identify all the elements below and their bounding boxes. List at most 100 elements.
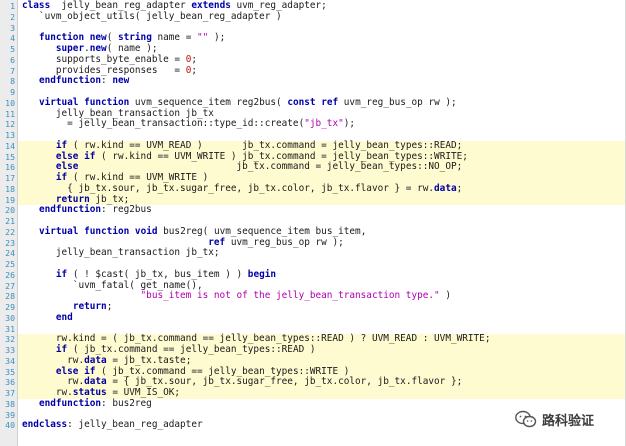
line-number: 22 [5, 226, 15, 237]
code-keyword: return [72, 301, 107, 312]
code-text: endclass: jelly_bean_reg_adapter [22, 419, 203, 431]
code-keyword: status [72, 387, 107, 398]
code-line: 38 endfunction: bus2reg [0, 397, 625, 410]
code-text: `uvm_object_utils( jelly_bean_reg_adapte… [22, 10, 282, 23]
code-keyword: ref [321, 96, 339, 108]
code-line: 20 endfunction: reg2bus [0, 204, 625, 216]
code-keyword: else [55, 150, 79, 162]
code-keyword: else [55, 365, 79, 377]
code-keyword: endfunction [38, 204, 102, 216]
code-token: name = [151, 32, 198, 44]
code-token: uvm_reg_bus_op rw ); [225, 236, 344, 248]
line-number: 11 [5, 108, 15, 119]
code-token: { jb_tx.sour, jb_tx.sugar_free, jb_tx.co… [22, 182, 435, 194]
line-number: 7 [10, 65, 15, 76]
code-keyword: new [89, 32, 107, 44]
code-keyword: if [55, 344, 68, 355]
code-token: jb_tx.command = jelly_bean_types::NO_OP; [78, 161, 463, 173]
code-keyword: data [84, 354, 107, 366]
code-token: provides_responses = [22, 64, 186, 76]
line-number: 34 [5, 355, 15, 366]
code-token: rw. [22, 354, 85, 366]
code-token: : [101, 75, 113, 87]
code-token: ; [191, 53, 197, 65]
line-number: 19 [5, 194, 15, 205]
line-number: 13 [5, 130, 15, 140]
code-keyword: const [287, 96, 316, 108]
line-number: 26 [5, 269, 15, 280]
code-line: 29 return; [0, 301, 625, 313]
line-number: 30 [5, 312, 15, 323]
code-keyword: function [84, 225, 130, 237]
code-text: endfunction: reg2bus [22, 204, 152, 216]
code-keyword: begin [247, 268, 277, 280]
code-token: `uvm_object_utils( jelly_bean_reg_adapte… [22, 10, 282, 22]
code-text: endfunction: bus2reg [22, 397, 152, 410]
code-keyword: if [84, 150, 96, 162]
line-number: 33 [5, 345, 15, 355]
code-token: ); [208, 32, 226, 44]
code-token: rw. [22, 387, 73, 398]
line-number: 14 [5, 140, 15, 151]
line-number: 2 [10, 11, 15, 22]
code-token: ; [456, 182, 463, 194]
code-keyword: ref [208, 236, 226, 248]
line-number: 37 [5, 388, 15, 398]
watermark: 路科验证 [515, 409, 594, 429]
code-token: = UVM_IS_OK; [106, 387, 181, 398]
code-token: = { jb_tx.sour, jb_tx.sugar_free, jb_tx.… [106, 376, 463, 388]
line-number: 27 [5, 280, 15, 291]
code-token: ( jb_tx.command == jelly_bean_types::WRI… [95, 365, 350, 377]
line-number: 3 [10, 22, 15, 33]
line-number: 35 [5, 366, 15, 377]
code-token: : bus2reg [101, 397, 152, 409]
line-number: 25 [5, 259, 15, 269]
code-keyword: else [55, 161, 79, 173]
line-number: 16 [5, 162, 15, 173]
watermark-text: 路科验证 [542, 413, 595, 429]
code-token: uvm_sequence_item reg2bus( [129, 96, 288, 108]
code-keyword: data [434, 182, 457, 194]
code-token: rw. [22, 376, 85, 388]
code-line: 30 end [0, 312, 625, 324]
code-line: 12 = jelly_bean_transaction::type_id::cr… [0, 118, 625, 130]
line-number: 1 [10, 1, 15, 11]
code-keyword: virtual [38, 225, 79, 237]
code-token: bus2reg( uvm_sequence_item bus_item, [157, 225, 367, 237]
code-keyword: class [22, 0, 51, 11]
line-number: 23 [5, 237, 15, 248]
code-token: ; [191, 64, 197, 76]
code-keyword: new [89, 43, 107, 54]
code-keyword: return [55, 193, 90, 205]
wechat-icon [515, 410, 537, 428]
code-token: jelly_bean_transaction jb_tx [22, 107, 214, 119]
line-number: 15 [5, 151, 15, 162]
line-number: 21 [5, 216, 15, 226]
code-token: ( rw.kind == UVM_WRITE ) [67, 172, 209, 183]
line-number: 29 [5, 302, 15, 312]
line-number: 5 [10, 44, 15, 54]
code-token: uvm_reg_bus_op rw ); [338, 96, 457, 108]
line-number: 24 [5, 248, 15, 259]
line-number: 31 [5, 323, 15, 334]
code-line: 2 `uvm_object_utils( jelly_bean_reg_adap… [0, 10, 625, 23]
code-token: ( jb_tx.command == jelly_bean_types::REA… [67, 344, 316, 355]
code-token: jb_tx; [89, 193, 130, 205]
code-token: `uvm_fatal( get_name(), [22, 279, 203, 291]
code-text: jelly_bean_transaction jb_tx; [22, 247, 220, 259]
code-viewer[interactable]: 1 class jelly_bean_reg_adapter extends uv… [0, 0, 626, 446]
code-token: ( [106, 32, 118, 44]
